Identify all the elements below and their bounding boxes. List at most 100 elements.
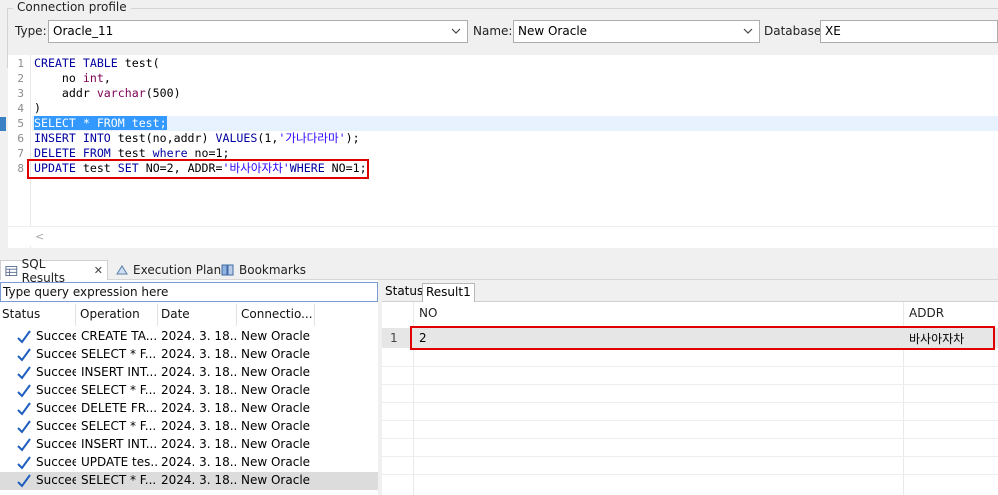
type-value: Oracle_11 [53,24,114,38]
cell-date: 2024. 3. 18... [161,473,237,487]
list-item[interactable]: Succeee SELECT * F... 2024. 3. 18... New Or… [0,418,378,436]
code-text: ); [345,131,360,145]
cell-operation: SELECT * F... [81,383,157,397]
code-line-4: ) [34,101,41,116]
string-literal: '가나다라마' [278,131,346,145]
row-index: 1 [390,331,398,345]
cell-status: Succeee [36,473,76,487]
highlight-box-update-line [27,159,369,179]
line-number: 8 [17,162,24,175]
checkmark-icon [17,348,31,362]
cell-connection: New Oracle [241,383,311,397]
cell-connection: New Oracle [241,473,311,487]
results-log-table: Status Operation Date Connectio... Succe… [0,304,378,495]
sql-editor[interactable]: 1 2 3 4 5 6 7 8 CREATE TABLE test( no in… [0,55,998,248]
checkmark-icon [17,456,31,470]
cell-status: Succeee [36,365,76,379]
code-text: test(no,addr) [110,131,216,145]
cell-status: Succeee [36,419,76,433]
column-header-addr[interactable]: ADDR [909,306,944,326]
checkmark-icon [17,330,31,344]
checkmark-icon [17,384,31,398]
code-text: test [110,146,153,160]
cell-status: Succeee [36,329,76,343]
column-header-date[interactable]: Date [159,304,237,326]
line-number: 5 [17,117,24,130]
cell-operation: UPDATE tes... [81,455,157,469]
keyword: DELETE FROM [34,146,111,160]
tab-sql-results[interactable]: SQL Results ✕ [0,257,108,285]
code-text: , [103,71,111,85]
tab-execution-plan[interactable]: Execution Plan [111,260,225,280]
checkmark-icon [17,402,31,416]
close-icon[interactable]: ✕ [94,264,103,277]
line-number: 3 [17,87,24,100]
list-item[interactable]: Succeee CREATE TA... 2024. 3. 18... New Ora… [0,328,378,346]
keyword: CREATE TABLE [34,56,118,70]
cell-date: 2024. 3. 18... [161,347,237,361]
line-number: 2 [17,72,24,85]
type-select[interactable]: Oracle_11 [48,20,468,43]
line-number: 1 [17,57,24,70]
column-header-connection[interactable]: Connectio... [239,304,315,326]
code-text: (1, [257,131,279,145]
cell-operation: SELECT * F... [81,419,157,433]
cell-date: 2024. 3. 18... [161,401,237,415]
type-keyword: varchar [96,86,146,100]
cell-connection: New Oracle [241,329,311,343]
cell-status: Succeee [36,437,76,451]
list-item[interactable]: Succeee UPDATE tes... 2024. 3. 18... New Or… [0,454,378,472]
cell-connection: New Oracle [241,437,311,451]
chevron-down-icon [451,28,461,34]
cell-connection: New Oracle [241,401,311,415]
database-field[interactable]: XE [820,20,998,43]
keyword: INSERT INTO [34,131,111,145]
cell-date: 2024. 3. 18... [161,419,237,433]
query-expression-input[interactable]: Type query expression here [0,282,378,302]
cell-connection: New Oracle [241,455,311,469]
name-label: Name: [473,24,513,38]
tab-bookmarks[interactable]: Bookmarks [217,260,310,280]
cell-date: 2024. 3. 18... [161,365,237,379]
code-text: test( [117,56,160,70]
list-item[interactable]: Succeee SELECT * F... 2024. 3. 18... New Or… [0,346,378,364]
code-text: (500) [145,86,181,100]
type-label: Type: [15,24,47,38]
cell-status: Succeee [36,383,76,397]
name-select[interactable]: New Oracle [513,20,760,43]
column-header-operation[interactable]: Operation [78,304,158,326]
checkmark-icon [17,438,31,452]
tab-result1[interactable]: Result1 [422,283,475,302]
line-number-gutter: 1 2 3 4 5 6 7 8 [8,55,32,248]
connection-profile: Connection profile Type: Oracle_11 Name:… [0,0,998,68]
column-header-no[interactable]: NO [419,306,437,326]
list-item[interactable]: Succeee INSERT INT... 2024. 3. 18... New Or… [0,436,378,454]
tab-label: SQL Results [21,256,65,285]
tab-label: Bookmarks [239,263,307,277]
line-number: 7 [17,147,24,160]
tab-status[interactable]: Status [382,283,426,302]
list-item[interactable]: Succeee INSERT INT... 2024. 3. 18... New Or… [0,364,378,382]
code-line-1: CREATE TABLE test( [34,56,160,71]
code-line-5: SELECT * FROM test; [34,116,167,131]
code-line-2: no int, [34,71,111,86]
cell-connection: New Oracle [241,419,311,433]
code-text: no=1; [187,146,230,160]
code-line-3: addr varchar(500) [34,86,181,101]
line-number: 6 [17,132,24,145]
editor-horizontal-scrollbar[interactable]: < [8,226,998,246]
checkmark-icon [17,474,31,488]
cell-operation: CREATE TA... [81,329,157,343]
code-text: ) [34,101,41,115]
cell-status: Succeee [36,401,76,415]
keyword: VALUES [215,131,258,145]
list-item[interactable]: Succeee DELETE FR... 2024. 3. 18... New Ora… [0,400,378,418]
list-item[interactable]: Succeee SELECT * F... 2024. 3. 18... New Or… [0,382,378,400]
column-header-status[interactable]: Status [0,304,76,326]
code-text: addr [34,86,97,100]
code-text: no [34,71,83,85]
scroll-left-arrow-icon[interactable]: < [35,230,44,243]
list-item[interactable]: Succeee SELECT * F... 2024. 3. 18... New Or… [0,472,378,490]
highlight-box-result-row [410,326,995,350]
connection-profile-legend: Connection profile [13,0,131,14]
